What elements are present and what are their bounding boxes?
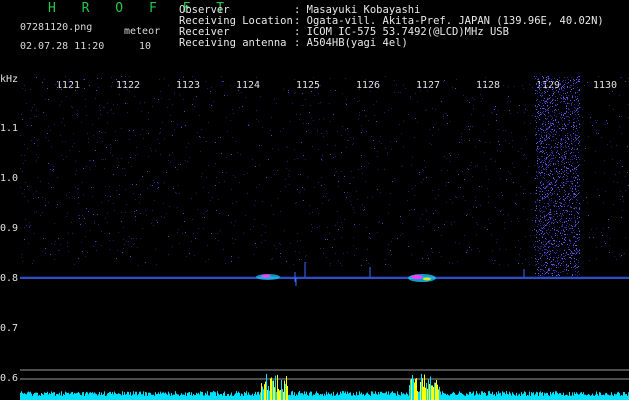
y-tick-0-7: 0.7 bbox=[0, 323, 19, 334]
y-tick-1-0: 1.0 bbox=[0, 173, 19, 184]
noise-field bbox=[20, 76, 629, 276]
y-tick-0-6: 0.6 bbox=[0, 373, 19, 384]
mode-label: meteor bbox=[124, 26, 161, 37]
antenna-value: : A504HB(yagi 4el) bbox=[294, 37, 408, 49]
datetime-label: 02.07.28 11:20 bbox=[20, 41, 105, 52]
y-tick-0-8: 0.8 bbox=[0, 273, 19, 284]
metadata-values: : Masayuki Kobayashi : Ogata-vill. Akita… bbox=[294, 5, 629, 49]
meteor-count: 10 bbox=[139, 41, 152, 52]
meteor-echo-1127 bbox=[408, 274, 436, 282]
y-axis-unit: kHz bbox=[0, 74, 19, 85]
spectrogram bbox=[20, 76, 629, 400]
filename-label: 07281120.png bbox=[20, 22, 93, 33]
y-tick-0-9: 0.9 bbox=[0, 223, 19, 234]
antenna-label: Receiving antenna bbox=[179, 37, 287, 49]
metadata-labels: Observer Receiving Location Receiver Rec… bbox=[179, 5, 294, 49]
level-meter bbox=[20, 374, 629, 400]
y-tick-1-1: 1.1 bbox=[0, 123, 19, 134]
